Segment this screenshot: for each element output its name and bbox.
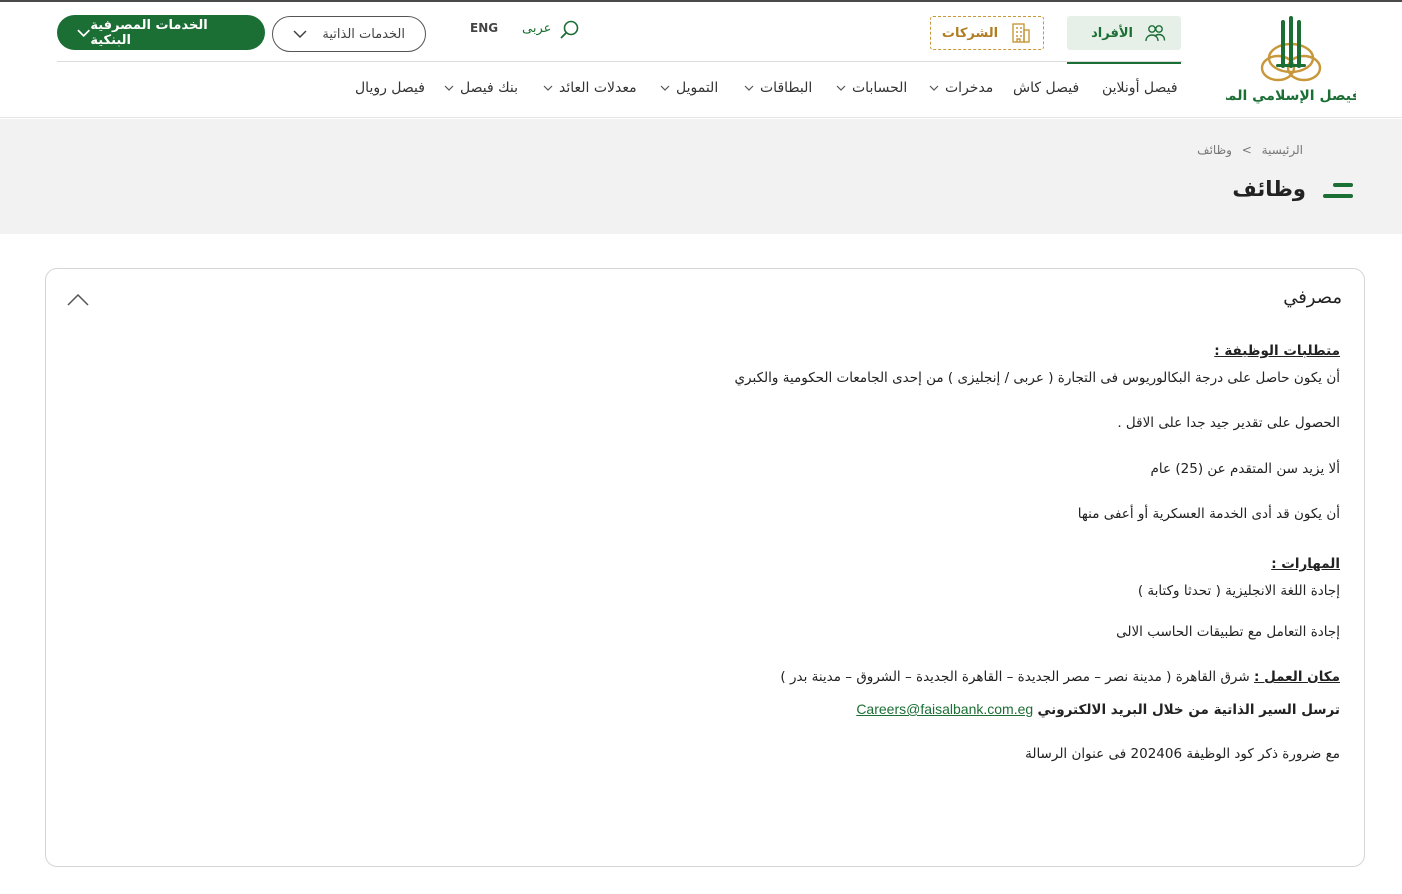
breadcrumb: الرئيسية > وظائف [1197,143,1303,157]
bank-logo[interactable]: بنك فيصل الإسلامي المصري [1192,14,1390,106]
chevron-down-icon [929,85,939,91]
chevron-down-icon [836,85,846,91]
language-english-link[interactable]: ENG [470,21,498,35]
individuals-tab[interactable]: الأفراد [1067,16,1181,64]
chevron-down-icon [444,85,454,91]
self-services-dropdown[interactable]: الخدمات الذاتية [272,16,426,52]
companies-tab[interactable]: الشركات [930,16,1044,50]
job-code-note: مع ضرورة ذكر كود الوظيفة 202406 فى عنوان… [1025,746,1340,762]
page-title-band: الرئيسية > وظائف وظائف [0,119,1402,234]
individuals-label: الأفراد [1091,25,1133,41]
banking-services-label: الخدمات المصرفية البنكية [90,17,208,48]
breadcrumb-separator: > [1241,143,1252,157]
chevron-up-icon[interactable] [67,291,89,310]
banking-services-dropdown[interactable]: الخدمات المصرفية البنكية [57,15,265,50]
building-icon [1012,23,1030,43]
requirements-heading: متطلبات الوظيفة : [1214,343,1340,359]
skills-heading: المهارات : [1271,556,1340,572]
nav-item-label: التمويل [676,80,719,96]
skill-item: إجادة اللغة الانجليزية ( تحدثا وكتابة ) [1137,583,1340,599]
requirement-item: أن يكون قد أدى الخدمة العسكرية أو أعفى م… [1077,506,1340,522]
work-location-value: شرق القاهرة ( مدينة نصر – مصر الجديدة – … [780,669,1254,685]
careers-email-link[interactable]: Careers@faisalbank.com.eg [856,701,1033,717]
nav-item-faisal-online[interactable]: فيصل أونلاين [1102,80,1178,96]
chevron-down-icon [660,85,670,91]
work-location: مكان العمل : شرق القاهرة ( مدينة نصر – م… [780,669,1340,685]
nav-item-faisal-cash[interactable]: فيصل كاش [1013,80,1079,96]
breadcrumb-current: وظائف [1197,143,1232,157]
people-icon [1145,25,1166,42]
requirement-item: أن يكون حاصل على درجة البكالوريوس فى الت… [734,370,1340,386]
title-bars-icon [1323,183,1353,201]
search-icon[interactable] [559,19,581,45]
site-header: بنك فيصل الإسلامي المصري الأفراد الشركات… [0,2,1402,118]
job-accordion: مصرفي متطلبات الوظيفة : أن يكون حاصل على… [45,268,1365,867]
language-arabic-link[interactable]: عربى [522,21,551,36]
svg-text:بنك فيصل الإسلامي المصري: بنك فيصل الإسلامي المصري [1226,88,1356,105]
requirement-item: ألا يزيد سن المتقدم عن (25) عام [1150,461,1340,477]
chevron-down-icon [77,29,90,37]
nav-item-return-rates[interactable]: معدلات العائد [543,80,637,96]
nav-item-label: مدخرات [945,80,994,96]
nav-item-faisal-royal[interactable]: فيصل رويال [355,80,425,96]
requirement-item: الحصول على تقدير جيد جدا على الاقل . [1117,415,1340,431]
nav-item-label: الحسابات [852,80,908,96]
chevron-down-icon [744,85,754,91]
nav-item-label: فيصل كاش [1013,80,1080,96]
chevron-down-icon [543,85,553,91]
nav-item-faisal-bank[interactable]: بنك فيصل [444,80,518,96]
bank-logo-mark-icon: بنك فيصل الإسلامي المصري [1192,16,1390,105]
page-title: وظائف [1232,177,1306,201]
work-location-label: مكان العمل : [1253,669,1340,685]
breadcrumb-home-link[interactable]: الرئيسية [1262,143,1303,157]
chevron-down-icon [293,30,307,38]
self-services-label: الخدمات الذاتية [322,26,405,42]
nav-item-label: بنك فيصل [460,80,519,96]
nav-item-financing[interactable]: التمويل [660,80,718,96]
nav-item-savings[interactable]: مدخرات [929,80,993,96]
skill-item: إجادة التعامل مع تطبيقات الحاسب الالى [1116,624,1340,640]
header-divider [57,61,1182,62]
nav-item-label: معدلات العائد [559,80,637,96]
nav-item-label: فيصل أونلاين [1102,80,1178,96]
cv-instruction: ترسل السير الذاتية من خلال البريد الالكت… [856,701,1340,718]
nav-item-cards[interactable]: البطاقات [744,80,812,96]
nav-item-label: فيصل رويال [355,80,425,96]
job-title[interactable]: مصرفي [1283,287,1342,308]
nav-item-label: البطاقات [760,80,813,96]
companies-label: الشركات [941,25,999,41]
nav-item-accounts[interactable]: الحسابات [836,80,907,96]
cv-instruction-text: ترسل السير الذاتية من خلال البريد الالكت… [1037,702,1340,718]
